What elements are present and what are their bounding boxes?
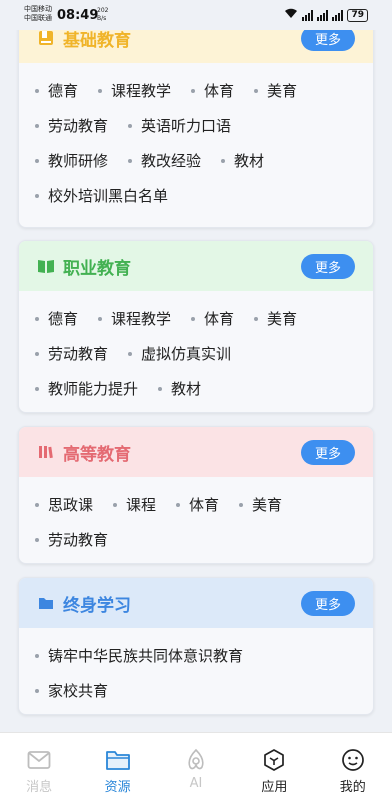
tag-item[interactable]: 教材 — [221, 150, 264, 171]
smile-icon — [340, 747, 366, 773]
clock: 08:49 — [57, 8, 99, 23]
books-icon — [37, 443, 55, 461]
card-basic-education: 基础教育 更多 德育 课程教学 体育 美育 劳动教育 英语听力口语 教师研修 教… — [18, 12, 374, 228]
tag-item[interactable]: 体育 — [191, 308, 234, 329]
status-bar: 中国移动 中国联通 08:49 202 B/s 79 — [0, 0, 392, 30]
tab-resources[interactable]: 资源 — [79, 733, 157, 800]
tag-item[interactable]: 劳动教育 — [35, 343, 108, 364]
card-body: 德育 课程教学 体育 美育 劳动教育 虚拟仿真实训 教师能力提升 教材 — [19, 291, 373, 412]
bookmark-icon — [37, 29, 55, 47]
tag-item[interactable]: 劳动教育 — [35, 529, 108, 550]
tag-item[interactable]: 教师研修 — [35, 150, 108, 171]
tag-row: 校外培训黑白名单 — [35, 178, 361, 213]
card-higher-education: 高等教育 更多 思政课 课程 体育 美育 劳动教育 — [18, 426, 374, 564]
carrier-names: 中国移动 中国联通 — [24, 5, 52, 22]
tag-row: 劳动教育 英语听力口语 — [35, 108, 361, 143]
tag-row: 教师研修 教改经验 教材 — [35, 143, 361, 178]
resource-list[interactable]: 基础教育 更多 德育 课程教学 体育 美育 劳动教育 英语听力口语 教师研修 教… — [0, 0, 392, 732]
tag-item[interactable]: 教改经验 — [128, 150, 201, 171]
card-title: 职业教育 — [63, 258, 131, 279]
tag-item[interactable]: 课程教学 — [98, 80, 171, 101]
tab-label: 资源 — [104, 780, 131, 795]
tab-profile[interactable]: 我的 — [314, 733, 392, 800]
tag-row: 教师能力提升 教材 — [35, 371, 361, 406]
more-button[interactable]: 更多 — [301, 440, 355, 465]
status-icons: 79 — [284, 8, 368, 22]
tag-row: 思政课 课程 体育 美育 — [35, 487, 361, 522]
tag-item[interactable]: 家校共育 — [35, 680, 108, 701]
card-body: 思政课 课程 体育 美育 劳动教育 — [19, 477, 373, 563]
tag-item[interactable]: 美育 — [254, 80, 297, 101]
cube-icon — [261, 747, 287, 773]
network-speed: 202 B/s — [97, 7, 109, 22]
card-lifelong-learning: 终身学习 更多 铸牢中华民族共同体意识教育 家校共育 — [18, 577, 374, 715]
signal-icon — [332, 9, 344, 21]
card-body: 德育 课程教学 体育 美育 劳动教育 英语听力口语 教师研修 教改经验 教材 校… — [19, 63, 373, 221]
bottom-tab-bar: 消息 资源 AI 应用 我的 — [0, 732, 392, 800]
wifi-icon — [284, 8, 298, 22]
tag-row: 劳动教育 虚拟仿真实训 — [35, 336, 361, 371]
tag-item[interactable]: 教材 — [158, 378, 201, 399]
more-button[interactable]: 更多 — [301, 254, 355, 279]
tag-row: 家校共育 — [35, 673, 361, 708]
tag-item[interactable]: 美育 — [239, 494, 282, 515]
mail-icon — [26, 747, 52, 773]
tag-item[interactable]: 英语听力口语 — [128, 115, 231, 136]
tag-row: 劳动教育 — [35, 522, 361, 557]
card-body: 铸牢中华民族共同体意识教育 家校共育 — [19, 628, 373, 714]
signal-icon — [302, 9, 314, 21]
tag-item[interactable]: 课程 — [113, 494, 156, 515]
tab-label: 应用 — [261, 780, 288, 795]
tag-row: 德育 课程教学 体育 美育 — [35, 73, 361, 108]
tag-item[interactable]: 体育 — [191, 80, 234, 101]
tag-item[interactable]: 德育 — [35, 308, 78, 329]
tab-label: 消息 — [26, 780, 53, 795]
tab-apps[interactable]: 应用 — [235, 733, 313, 800]
ai-icon — [183, 747, 209, 773]
tag-item[interactable]: 思政课 — [35, 494, 93, 515]
folder-icon — [37, 594, 55, 612]
tag-row: 德育 课程教学 体育 美育 — [35, 301, 361, 336]
card-header: 终身学习 更多 — [19, 578, 373, 628]
tag-row: 铸牢中华民族共同体意识教育 — [35, 638, 361, 673]
tab-ai[interactable]: AI — [157, 733, 235, 800]
card-header: 高等教育 更多 — [19, 427, 373, 477]
battery-indicator: 79 — [347, 8, 368, 22]
tab-label: 我的 — [339, 780, 366, 795]
more-button[interactable]: 更多 — [301, 591, 355, 616]
tab-messages[interactable]: 消息 — [0, 733, 78, 800]
card-title: 终身学习 — [63, 595, 131, 616]
tag-item[interactable]: 美育 — [254, 308, 297, 329]
tag-item[interactable]: 体育 — [176, 494, 219, 515]
tag-item[interactable]: 德育 — [35, 80, 78, 101]
card-title: 高等教育 — [63, 444, 131, 465]
card-vocational-education: 职业教育 更多 德育 课程教学 体育 美育 劳动教育 虚拟仿真实训 教师能力提升… — [18, 240, 374, 413]
tag-item[interactable]: 课程教学 — [98, 308, 171, 329]
tab-label: AI — [189, 776, 203, 791]
tag-item[interactable]: 劳动教育 — [35, 115, 108, 136]
folder-icon — [105, 747, 131, 773]
tag-item[interactable]: 虚拟仿真实训 — [128, 343, 231, 364]
card-header: 职业教育 更多 — [19, 241, 373, 291]
tag-item[interactable]: 铸牢中华民族共同体意识教育 — [35, 645, 243, 666]
tag-item[interactable]: 教师能力提升 — [35, 378, 138, 399]
signal-icon — [317, 9, 329, 21]
book-icon — [37, 257, 55, 275]
tag-item[interactable]: 校外培训黑白名单 — [35, 185, 168, 206]
